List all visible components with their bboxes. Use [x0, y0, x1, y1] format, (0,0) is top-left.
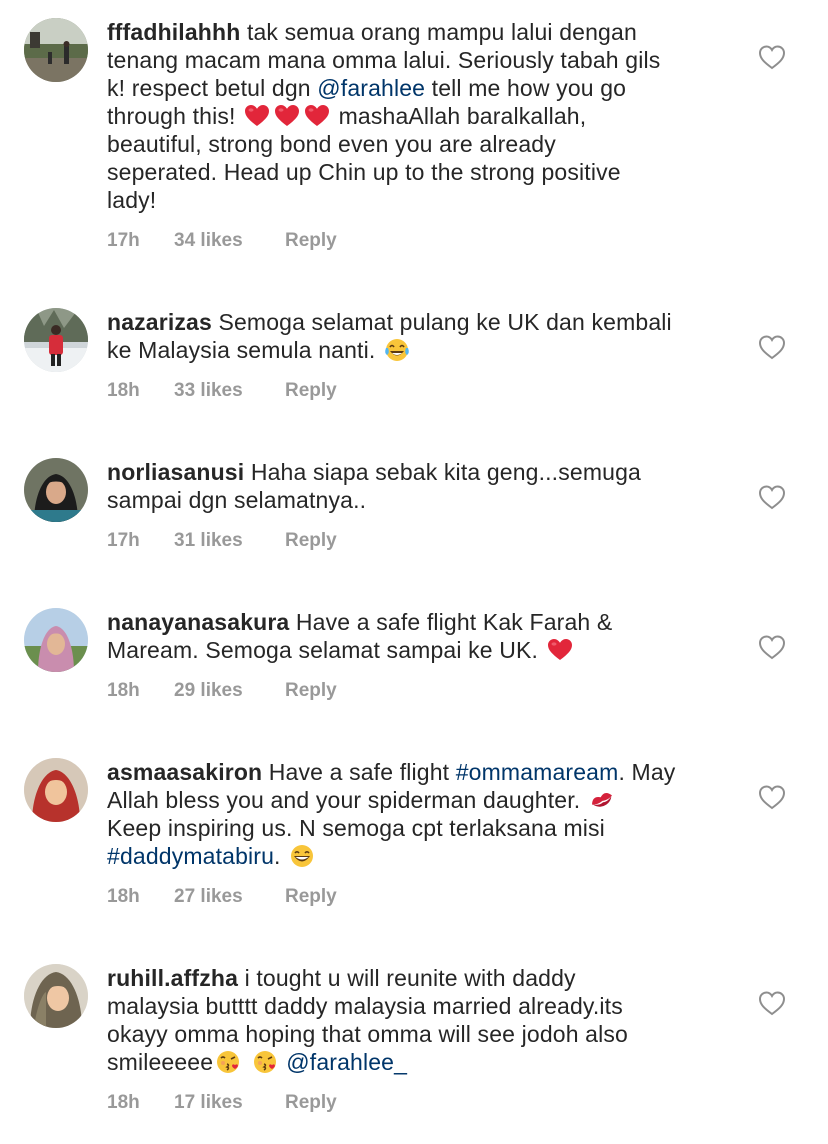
- likes-count[interactable]: 33 likes: [174, 380, 243, 402]
- face-blowing-kiss-emoji: [252, 1050, 278, 1074]
- likes-count[interactable]: 31 likes: [174, 530, 243, 552]
- comment-text-segment: [243, 1049, 250, 1075]
- comment-text-segment: sampai dgn selamatnya..: [107, 487, 367, 513]
- reply-button[interactable]: Reply: [285, 230, 337, 252]
- mention-link[interactable]: @farahlee: [317, 75, 425, 101]
- grinning-face-emoji: [289, 844, 315, 868]
- comment-username[interactable]: nanayanasakura: [107, 609, 289, 635]
- comment-timestamp: 18h: [107, 380, 140, 401]
- comment-username[interactable]: fffadhilahhh: [107, 19, 240, 45]
- comment-text: nanayanasakura Have a safe flight Kak Fa…: [107, 608, 727, 664]
- comment-timestamp: 18h: [107, 680, 140, 701]
- reply-button[interactable]: Reply: [285, 380, 337, 402]
- avatar[interactable]: [24, 964, 88, 1028]
- hashtag-link[interactable]: #ommamaream: [456, 759, 619, 785]
- heart-outline-icon[interactable]: [758, 634, 786, 660]
- red-heart-emoji: [304, 104, 330, 128]
- comment-text-segment: okayy omma hoping that omma will see jod…: [107, 1021, 628, 1047]
- comment: ruhill.affzha i tought u will reunite wi…: [107, 964, 727, 1113]
- comment-text: norliasanusi Haha siapa sebak kita geng.…: [107, 458, 727, 514]
- comment-text-segment: tenang macam mana omma lalui. Seriously …: [107, 47, 661, 73]
- likes-count[interactable]: 34 likes: [174, 230, 243, 252]
- comment-text-segment: Have a safe flight Kak Farah &: [295, 609, 613, 635]
- comment-text: ruhill.affzha i tought u will reunite wi…: [107, 964, 727, 1076]
- reply-button[interactable]: Reply: [285, 530, 337, 552]
- comment-text-segment: seperated. Head up Chin up to the strong…: [107, 159, 621, 185]
- comment-text-segment: tell me how you go: [425, 75, 627, 101]
- comment-text-segment: Allah bless you and your spiderman daugh…: [107, 787, 587, 813]
- comment-username[interactable]: asmaasakiron: [107, 759, 262, 785]
- face-blowing-kiss-emoji: [215, 1050, 241, 1074]
- comment-text-segment: Haha siapa sebak kita geng...semuga: [250, 459, 641, 485]
- comment-timestamp: 18h: [107, 886, 140, 907]
- comment-text-segment: .: [274, 843, 288, 869]
- comment: fffadhilahhh tak semua orang mampu lalui…: [107, 18, 727, 251]
- comment: nanayanasakura Have a safe flight Kak Fa…: [107, 608, 727, 701]
- comment-text: nazarizas Semoga selamat pulang ke UK da…: [107, 308, 727, 364]
- comment-timestamp: 17h: [107, 530, 140, 551]
- comment-text-segment: through this!: [107, 103, 243, 129]
- comment-text-segment: smileeeee: [107, 1049, 214, 1075]
- comment-text-segment: malaysia butttt daddy malaysia married a…: [107, 993, 623, 1019]
- likes-count[interactable]: 27 likes: [174, 886, 243, 908]
- comment-username[interactable]: norliasanusi: [107, 459, 244, 485]
- mention-link[interactable]: @farahlee_: [286, 1049, 407, 1075]
- comment-text-segment: beautiful, strong bond even you are alre…: [107, 131, 556, 157]
- comment-text-segment: Semoga selamat pulang ke UK dan kembali: [218, 309, 672, 335]
- comment: nazarizas Semoga selamat pulang ke UK da…: [107, 308, 727, 401]
- comment-username[interactable]: nazarizas: [107, 309, 212, 335]
- avatar[interactable]: [24, 18, 88, 82]
- comment-username[interactable]: ruhill.affzha: [107, 965, 238, 991]
- red-heart-emoji: [274, 104, 300, 128]
- avatar[interactable]: [24, 758, 88, 822]
- red-heart-emoji: [244, 104, 270, 128]
- comment-text: asmaasakiron Have a safe flight #ommamar…: [107, 758, 727, 870]
- avatar[interactable]: [24, 308, 88, 372]
- avatar[interactable]: [24, 608, 88, 672]
- tears-of-joy-emoji: [384, 338, 410, 362]
- avatar[interactable]: [24, 458, 88, 522]
- comment-text-segment: tak semua orang mampu lalui dengan: [246, 19, 637, 45]
- red-heart-emoji: [547, 638, 573, 662]
- hashtag-link[interactable]: #daddymatabiru: [107, 843, 274, 869]
- kiss-mark-emoji: [589, 788, 615, 812]
- comment: norliasanusi Haha siapa sebak kita geng.…: [107, 458, 727, 551]
- comment-timestamp: 18h: [107, 1092, 140, 1113]
- heart-outline-icon[interactable]: [758, 990, 786, 1016]
- reply-button[interactable]: Reply: [285, 1092, 337, 1114]
- likes-count[interactable]: 17 likes: [174, 1092, 243, 1114]
- comment-list: fffadhilahhh tak semua orang mampu lalui…: [0, 0, 828, 1144]
- comment-text-segment: ke Malaysia semula nanti.: [107, 337, 382, 363]
- comment-text-segment: mashaAllah baralkallah,: [332, 103, 587, 129]
- comment-text-segment: Maream. Semoga selamat sampai ke UK.: [107, 637, 545, 663]
- comment-timestamp: 17h: [107, 230, 140, 251]
- heart-outline-icon[interactable]: [758, 484, 786, 510]
- comment-text-segment: i tought u will reunite with daddy: [244, 965, 576, 991]
- comment-text-segment: Keep inspiring us. N semoga cpt terlaksa…: [107, 815, 605, 841]
- comment-text: fffadhilahhh tak semua orang mampu lalui…: [107, 18, 727, 214]
- comment-text-segment: . May: [618, 759, 676, 785]
- heart-outline-icon[interactable]: [758, 334, 786, 360]
- reply-button[interactable]: Reply: [285, 680, 337, 702]
- comment-text-segment: Have a safe flight: [268, 759, 456, 785]
- heart-outline-icon[interactable]: [758, 44, 786, 70]
- comment: asmaasakiron Have a safe flight #ommamar…: [107, 758, 727, 907]
- comment-text-segment: lady!: [107, 187, 157, 213]
- reply-button[interactable]: Reply: [285, 886, 337, 908]
- likes-count[interactable]: 29 likes: [174, 680, 243, 702]
- heart-outline-icon[interactable]: [758, 784, 786, 810]
- comment-text-segment: k! respect betul dgn: [107, 75, 318, 101]
